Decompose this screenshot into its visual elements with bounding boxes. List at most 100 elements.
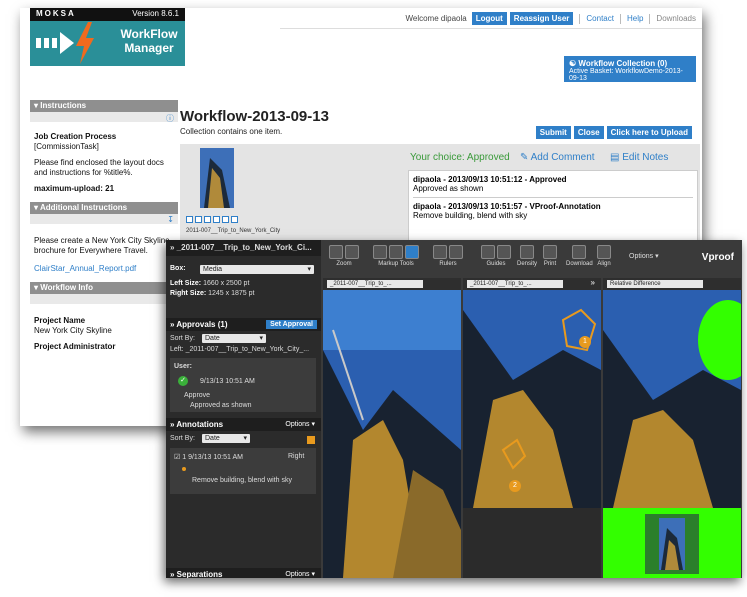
downloads-link[interactable]: Downloads bbox=[656, 14, 696, 23]
add-comment-label: Add Comment bbox=[530, 152, 595, 163]
approvals-header[interactable]: » Approvals (1) Set Approval bbox=[166, 318, 321, 331]
logout-button[interactable]: Logout bbox=[471, 12, 507, 25]
box-select[interactable]: Media ▾ bbox=[200, 265, 314, 274]
approval-entry: User: 9/13/13 10:51 AM Approve Approved … bbox=[170, 358, 316, 412]
difference-thumbnail[interactable] bbox=[659, 518, 685, 570]
add-comment-link[interactable]: ✎ Add Comment bbox=[520, 152, 595, 163]
max-upload: maximum-upload: 21 bbox=[34, 184, 115, 193]
download-icon[interactable]: ↧ bbox=[167, 215, 174, 224]
submit-button[interactable]: Submit bbox=[535, 126, 571, 139]
right-image-pane[interactable]: _2011-007__Trip_to_... » 1 2 bbox=[463, 278, 601, 578]
proof-icon[interactable] bbox=[213, 216, 220, 223]
logo-title-line2: Manager bbox=[124, 41, 174, 55]
sort-label: Sort By: bbox=[170, 335, 195, 342]
eyedropper-icon[interactable] bbox=[520, 245, 534, 259]
set-approval-button[interactable]: Set Approval bbox=[266, 320, 317, 329]
close-button[interactable]: Close bbox=[573, 126, 604, 139]
guides-label: Guides bbox=[486, 261, 506, 267]
annotation-marker[interactable]: 1 bbox=[579, 336, 591, 348]
download-icon[interactable] bbox=[572, 245, 587, 259]
annotation-color-swatch[interactable] bbox=[307, 436, 315, 444]
item-thumbnail[interactable] bbox=[200, 148, 234, 208]
annotation-marker[interactable]: 2 bbox=[509, 480, 521, 492]
active-basket-label: Active Basket: WorkflowDemo-2013-09-13 bbox=[569, 68, 683, 82]
additional-header-label: Additional Instructions bbox=[39, 203, 128, 212]
pane-header: Relative Difference bbox=[603, 278, 741, 290]
grid-icon[interactable] bbox=[231, 216, 238, 223]
options-label: Options bbox=[285, 421, 310, 428]
difference-pane[interactable]: Relative Difference bbox=[603, 278, 741, 578]
workflow-manager-logo[interactable]: MOKSA Version 8.6.1 WorkFlow Manager bbox=[30, 8, 185, 66]
contact-link[interactable]: Contact bbox=[586, 14, 614, 23]
approve-label: Approve bbox=[184, 392, 211, 399]
expand-icon[interactable] bbox=[186, 216, 193, 223]
annotation-entry[interactable]: ☑ 1 9/13/13 10:51 AM Right Remove buildi… bbox=[170, 448, 316, 494]
right-size-value: 1245 x 1875 pt bbox=[208, 290, 255, 297]
pencil-icon: ✎ bbox=[520, 152, 529, 163]
workflow-info-header[interactable]: ▾ Workflow Info bbox=[30, 282, 178, 294]
help-link[interactable]: Help bbox=[627, 14, 643, 23]
logo-title: WorkFlow Manager bbox=[116, 27, 182, 55]
rulers-label: Rulers bbox=[439, 261, 457, 267]
magnifier-icon[interactable] bbox=[329, 245, 343, 259]
annotations-header[interactable]: » Annotations Options ▾ bbox=[166, 418, 321, 431]
align-icon[interactable] bbox=[597, 245, 611, 259]
file-title: » _2011-007__Trip_to_New_York_Ci... bbox=[166, 240, 321, 256]
nav-divider bbox=[619, 13, 621, 24]
upload-button[interactable]: Click here to Upload bbox=[606, 126, 692, 139]
pen-icon[interactable] bbox=[405, 245, 419, 259]
download-icon[interactable] bbox=[204, 216, 211, 223]
basket-icon: ☯ bbox=[569, 59, 577, 68]
additional-instructions-header[interactable]: ▾ Additional Instructions bbox=[30, 202, 178, 214]
expand-arrows-icon[interactable]: » bbox=[591, 278, 595, 287]
box-row: Box: bbox=[170, 265, 186, 272]
difference-mode-select[interactable]: Relative Difference bbox=[607, 280, 703, 288]
ann-sort-select[interactable]: Date ▾ bbox=[202, 434, 250, 443]
info-icon[interactable]: ⓘ bbox=[166, 113, 174, 124]
viewer-options-menu[interactable]: Options ▾ bbox=[629, 252, 659, 260]
action-buttons: Submit Close Click here to Upload bbox=[535, 126, 692, 139]
note-divider bbox=[413, 197, 693, 198]
chevron-down-icon: ▾ bbox=[307, 266, 311, 273]
hand-icon[interactable] bbox=[345, 245, 359, 259]
reassign-user-button[interactable]: Reassign User bbox=[509, 12, 574, 25]
ruler-v-icon[interactable] bbox=[449, 245, 463, 259]
rectangle-icon[interactable] bbox=[373, 245, 387, 259]
ann-sort-row: Sort By: bbox=[170, 435, 195, 442]
edit-notes-link[interactable]: ▤ Edit Notes bbox=[610, 152, 668, 163]
printer-icon[interactable] bbox=[543, 245, 557, 259]
box-value: Media bbox=[203, 266, 223, 273]
info-icon[interactable] bbox=[195, 216, 202, 223]
report-link[interactable]: ClairStar_Annual_Report.pdf bbox=[30, 264, 178, 274]
download-tool: Download bbox=[566, 245, 593, 267]
guides-tools: Guides bbox=[481, 245, 511, 267]
ruler-h-icon[interactable] bbox=[433, 245, 447, 259]
left-image-pane[interactable]: _2011-007__Trip_to_... bbox=[323, 278, 461, 578]
instructions-text: Please find enclosed the layout docs and… bbox=[34, 158, 164, 177]
ellipse-icon[interactable] bbox=[389, 245, 403, 259]
zoom-tools: Zoom bbox=[329, 245, 359, 267]
pane-file-select[interactable]: _2011-007__Trip_to_... bbox=[327, 280, 423, 288]
annotations-options[interactable]: Options ▾ bbox=[285, 418, 315, 431]
sort-value: Date bbox=[205, 335, 220, 342]
instructions-header[interactable]: ▾ Instructions bbox=[30, 100, 178, 112]
top-nav: Welcome dipaola Logout Reassign User Con… bbox=[405, 12, 696, 25]
compare-icon[interactable] bbox=[222, 216, 229, 223]
workflow-collection-box[interactable]: ☯ Workflow Collection (0) Active Basket:… bbox=[564, 56, 696, 82]
difference-thumbnail-area bbox=[603, 508, 741, 578]
logo-arrow-icon bbox=[60, 32, 74, 54]
separations-options[interactable]: Options ▾ bbox=[285, 568, 315, 578]
right-size-label: Right Size: bbox=[170, 290, 207, 297]
annotation-text: Remove building, blend with sky bbox=[192, 477, 292, 484]
sort-select[interactable]: Date ▾ bbox=[202, 334, 266, 343]
annotation-item-time: 1 9/13/13 10:51 AM bbox=[182, 454, 243, 461]
approvals-header-label: Approvals (1) bbox=[176, 320, 228, 329]
guide-h-icon[interactable] bbox=[481, 245, 495, 259]
note-header: dipaola - 2013/09/13 10:51:12 - Approved bbox=[413, 175, 567, 184]
project-name-value: New York City Skyline bbox=[34, 326, 112, 335]
pane-header: _2011-007__Trip_to_... bbox=[323, 278, 461, 290]
pane-file-select[interactable]: _2011-007__Trip_to_... bbox=[467, 280, 563, 288]
note-header: dipaola - 2013/09/13 10:51:57 - VProof-A… bbox=[413, 202, 601, 211]
separations-header[interactable]: » Separations Options ▾ bbox=[166, 568, 321, 578]
guide-v-icon[interactable] bbox=[497, 245, 511, 259]
